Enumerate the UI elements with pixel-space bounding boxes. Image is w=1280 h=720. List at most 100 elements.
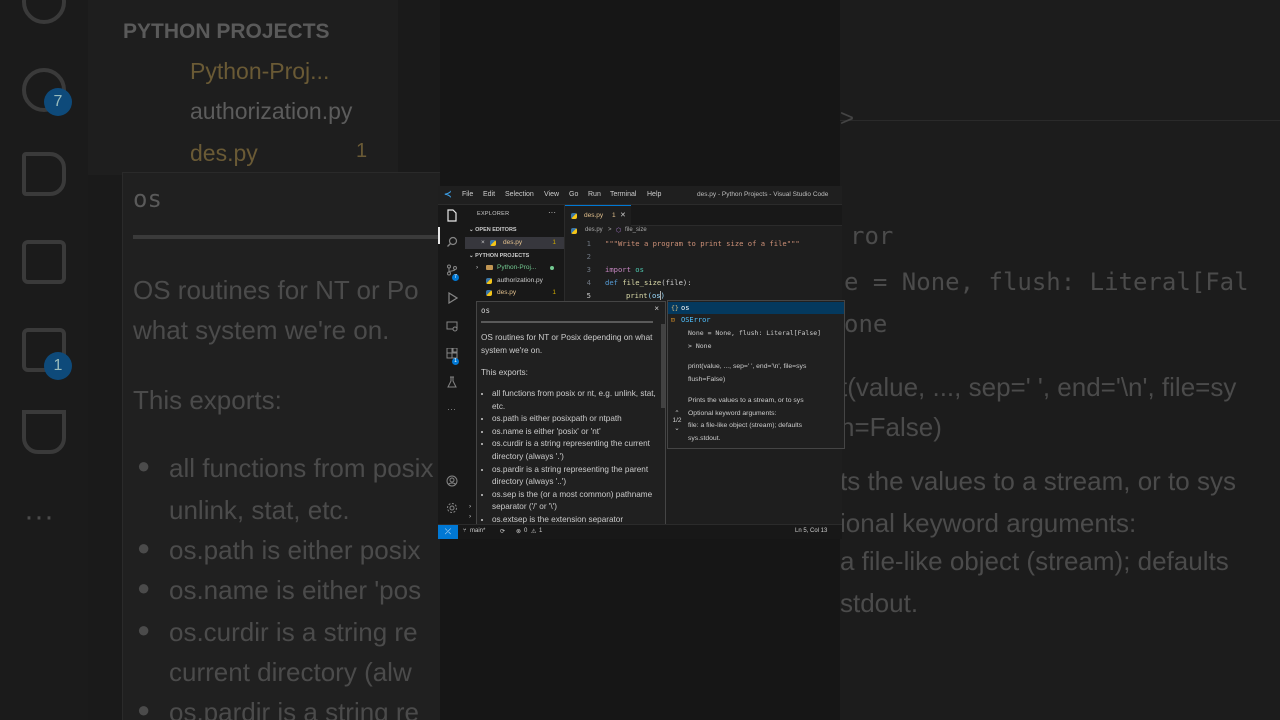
- suggestion-item-os[interactable]: {} os: [668, 302, 844, 314]
- explorer-more-icon[interactable]: ···: [548, 208, 556, 217]
- open-editor-item[interactable]: × des.py 1: [465, 237, 564, 249]
- line-number: 2: [586, 252, 591, 261]
- menu-view[interactable]: View: [544, 191, 559, 198]
- vscode-logo-icon: ≺: [444, 189, 452, 199]
- settings-gear-icon[interactable]: [444, 502, 459, 517]
- remote-indicator-icon[interactable]: ⤫: [438, 525, 458, 539]
- run-debug-icon[interactable]: [444, 291, 459, 307]
- hover-divider: [481, 321, 653, 323]
- code-line-import: import os: [605, 265, 644, 274]
- bg-bullet: ●: [137, 453, 151, 478]
- suggestion-docs: print(value, ..., sep=' ', end='\n', fil…: [688, 361, 844, 445]
- tree-item-label: Python-Proj...: [497, 264, 537, 271]
- python-file-icon: [490, 240, 496, 246]
- warning-count[interactable]: 1: [539, 528, 542, 534]
- project-header[interactable]: ⌄ PYTHON PROJECTS: [469, 253, 529, 259]
- close-icon[interactable]: ×: [481, 239, 485, 246]
- tree-item-label: des.py: [497, 289, 517, 296]
- bg-hover-line: os.pardir is a string re: [169, 697, 419, 720]
- doc-line: file: a file-like object (stream); defau…: [688, 422, 803, 429]
- extensions-badge: 1: [452, 358, 459, 365]
- branch-label[interactable]: main*: [470, 528, 485, 534]
- bg-section-header: PYTHON PROJECTS: [123, 20, 330, 43]
- chevron-up-icon[interactable]: ⌃: [668, 409, 686, 417]
- bg-hover-line: what system we're on.: [133, 315, 390, 345]
- accounts-icon[interactable]: [444, 475, 459, 490]
- bg-sidebar: PYTHON PROJECTS Python-Proj... authoriza…: [88, 0, 398, 175]
- bg-hover-line: os.name is either 'pos: [169, 575, 422, 605]
- bg-bullet: ●: [137, 617, 151, 642]
- editor-tabs: des.py 1 ✕: [565, 205, 842, 226]
- background-right: > ror e = None, flush: Literal[Fal one t…: [840, 0, 1280, 720]
- bg-file2-count: 1: [356, 140, 368, 162]
- bg-ext-badge: 1: [44, 352, 72, 380]
- menu-run[interactable]: Run: [588, 191, 601, 198]
- line-number: 1: [586, 239, 591, 248]
- bg-testing-icon: [22, 410, 66, 454]
- tree-item-label: authorization.py: [497, 277, 543, 284]
- explorer-icon[interactable]: [444, 209, 459, 224]
- doc-line: print(value, ..., sep=' ', end='\n', fil…: [688, 363, 807, 370]
- bg-hover-line: current directory (alw: [169, 657, 412, 687]
- python-file-icon: [486, 290, 492, 296]
- signature-nav[interactable]: ⌃ 1/2 ⌄: [668, 409, 686, 432]
- testing-icon[interactable]: [444, 376, 459, 391]
- folder-icon: [486, 265, 493, 270]
- error-count[interactable]: 0: [524, 528, 527, 534]
- args-token: (os): [647, 291, 665, 300]
- menu-terminal[interactable]: Terminal: [610, 191, 636, 198]
- bg-hover-line: os.path is either posix: [169, 535, 421, 565]
- list-item: os.name is either 'posix' or 'nt': [492, 426, 660, 439]
- open-editor-label: des.py: [503, 239, 523, 246]
- doc-line: [688, 386, 844, 395]
- breadcrumb-file[interactable]: des.py: [585, 227, 603, 233]
- bg-bullet: ●: [137, 535, 151, 560]
- cursor-position[interactable]: Ln 5, Col 13: [795, 528, 827, 534]
- menu-go[interactable]: Go: [569, 191, 578, 198]
- git-branch-icon: ⑂: [463, 528, 467, 534]
- tree-item-folder[interactable]: › Python-Proj...: [465, 262, 564, 274]
- signature-text: None = None, flush: Literal[False] > Non…: [688, 327, 844, 353]
- signature-line: > None: [688, 342, 712, 350]
- python-file-icon: [486, 278, 492, 284]
- bg-remote-icon: [22, 240, 66, 284]
- chevron-down-icon[interactable]: ⌄: [668, 424, 686, 432]
- bg-hover-line: unlink, stat, etc.: [169, 495, 350, 525]
- doc-line: flush=False): [688, 375, 726, 383]
- more-icon[interactable]: ···: [444, 402, 459, 417]
- list-item: os.pardir is a string representing the p…: [492, 464, 660, 489]
- search-icon[interactable]: [444, 236, 459, 251]
- problem-count: 1: [552, 289, 556, 296]
- bg-scm-badge: 7: [44, 88, 72, 116]
- menu-edit[interactable]: Edit: [483, 191, 495, 198]
- bg-right-line: n=False): [840, 412, 942, 442]
- sync-icon[interactable]: ⟳: [500, 528, 505, 535]
- bg-right-line: ts the values to a stream, or to sys: [840, 466, 1236, 496]
- bg-right-line: ror: [850, 222, 894, 250]
- menu-selection[interactable]: Selection: [505, 191, 534, 198]
- tree-item-file[interactable]: des.py 1: [465, 287, 564, 299]
- bg-right-line: t(value, ..., sep=' ', end='\n', file=sy: [840, 372, 1237, 402]
- code-line-docstring: """Write a program to print size of a fi…: [605, 239, 800, 248]
- doc-line: sys.stdout.: [688, 434, 721, 442]
- open-editors-header[interactable]: ⌄ OPEN EDITORS: [469, 227, 517, 233]
- bg-hover-title: os: [133, 185, 162, 213]
- list-item: os.curdir is a string representing the c…: [492, 438, 660, 463]
- suggestion-label: os: [681, 304, 690, 312]
- remote-explorer-icon[interactable]: [444, 320, 459, 335]
- bg-hover-line: This exports:: [133, 385, 282, 415]
- module-icon: {}: [671, 304, 679, 312]
- hover-scrollbar[interactable]: [661, 324, 665, 408]
- bg-more-icon: ···: [24, 500, 54, 533]
- breadcrumb-symbol[interactable]: file_size: [625, 227, 647, 233]
- tree-item-file[interactable]: authorization.py: [465, 275, 564, 287]
- tab-close-icon[interactable]: ✕: [620, 211, 626, 219]
- menu-help[interactable]: Help: [647, 191, 661, 198]
- menu-file[interactable]: File: [462, 191, 473, 198]
- bg-bullet: ●: [137, 575, 151, 600]
- close-icon[interactable]: ×: [654, 304, 659, 313]
- tab-des-py[interactable]: des.py 1 ✕: [565, 205, 631, 226]
- suggestion-item-oserror[interactable]: ⊡ OSError: [668, 314, 844, 326]
- chevron-right-icon: ›: [469, 503, 472, 510]
- bg-right-line: one: [844, 310, 888, 338]
